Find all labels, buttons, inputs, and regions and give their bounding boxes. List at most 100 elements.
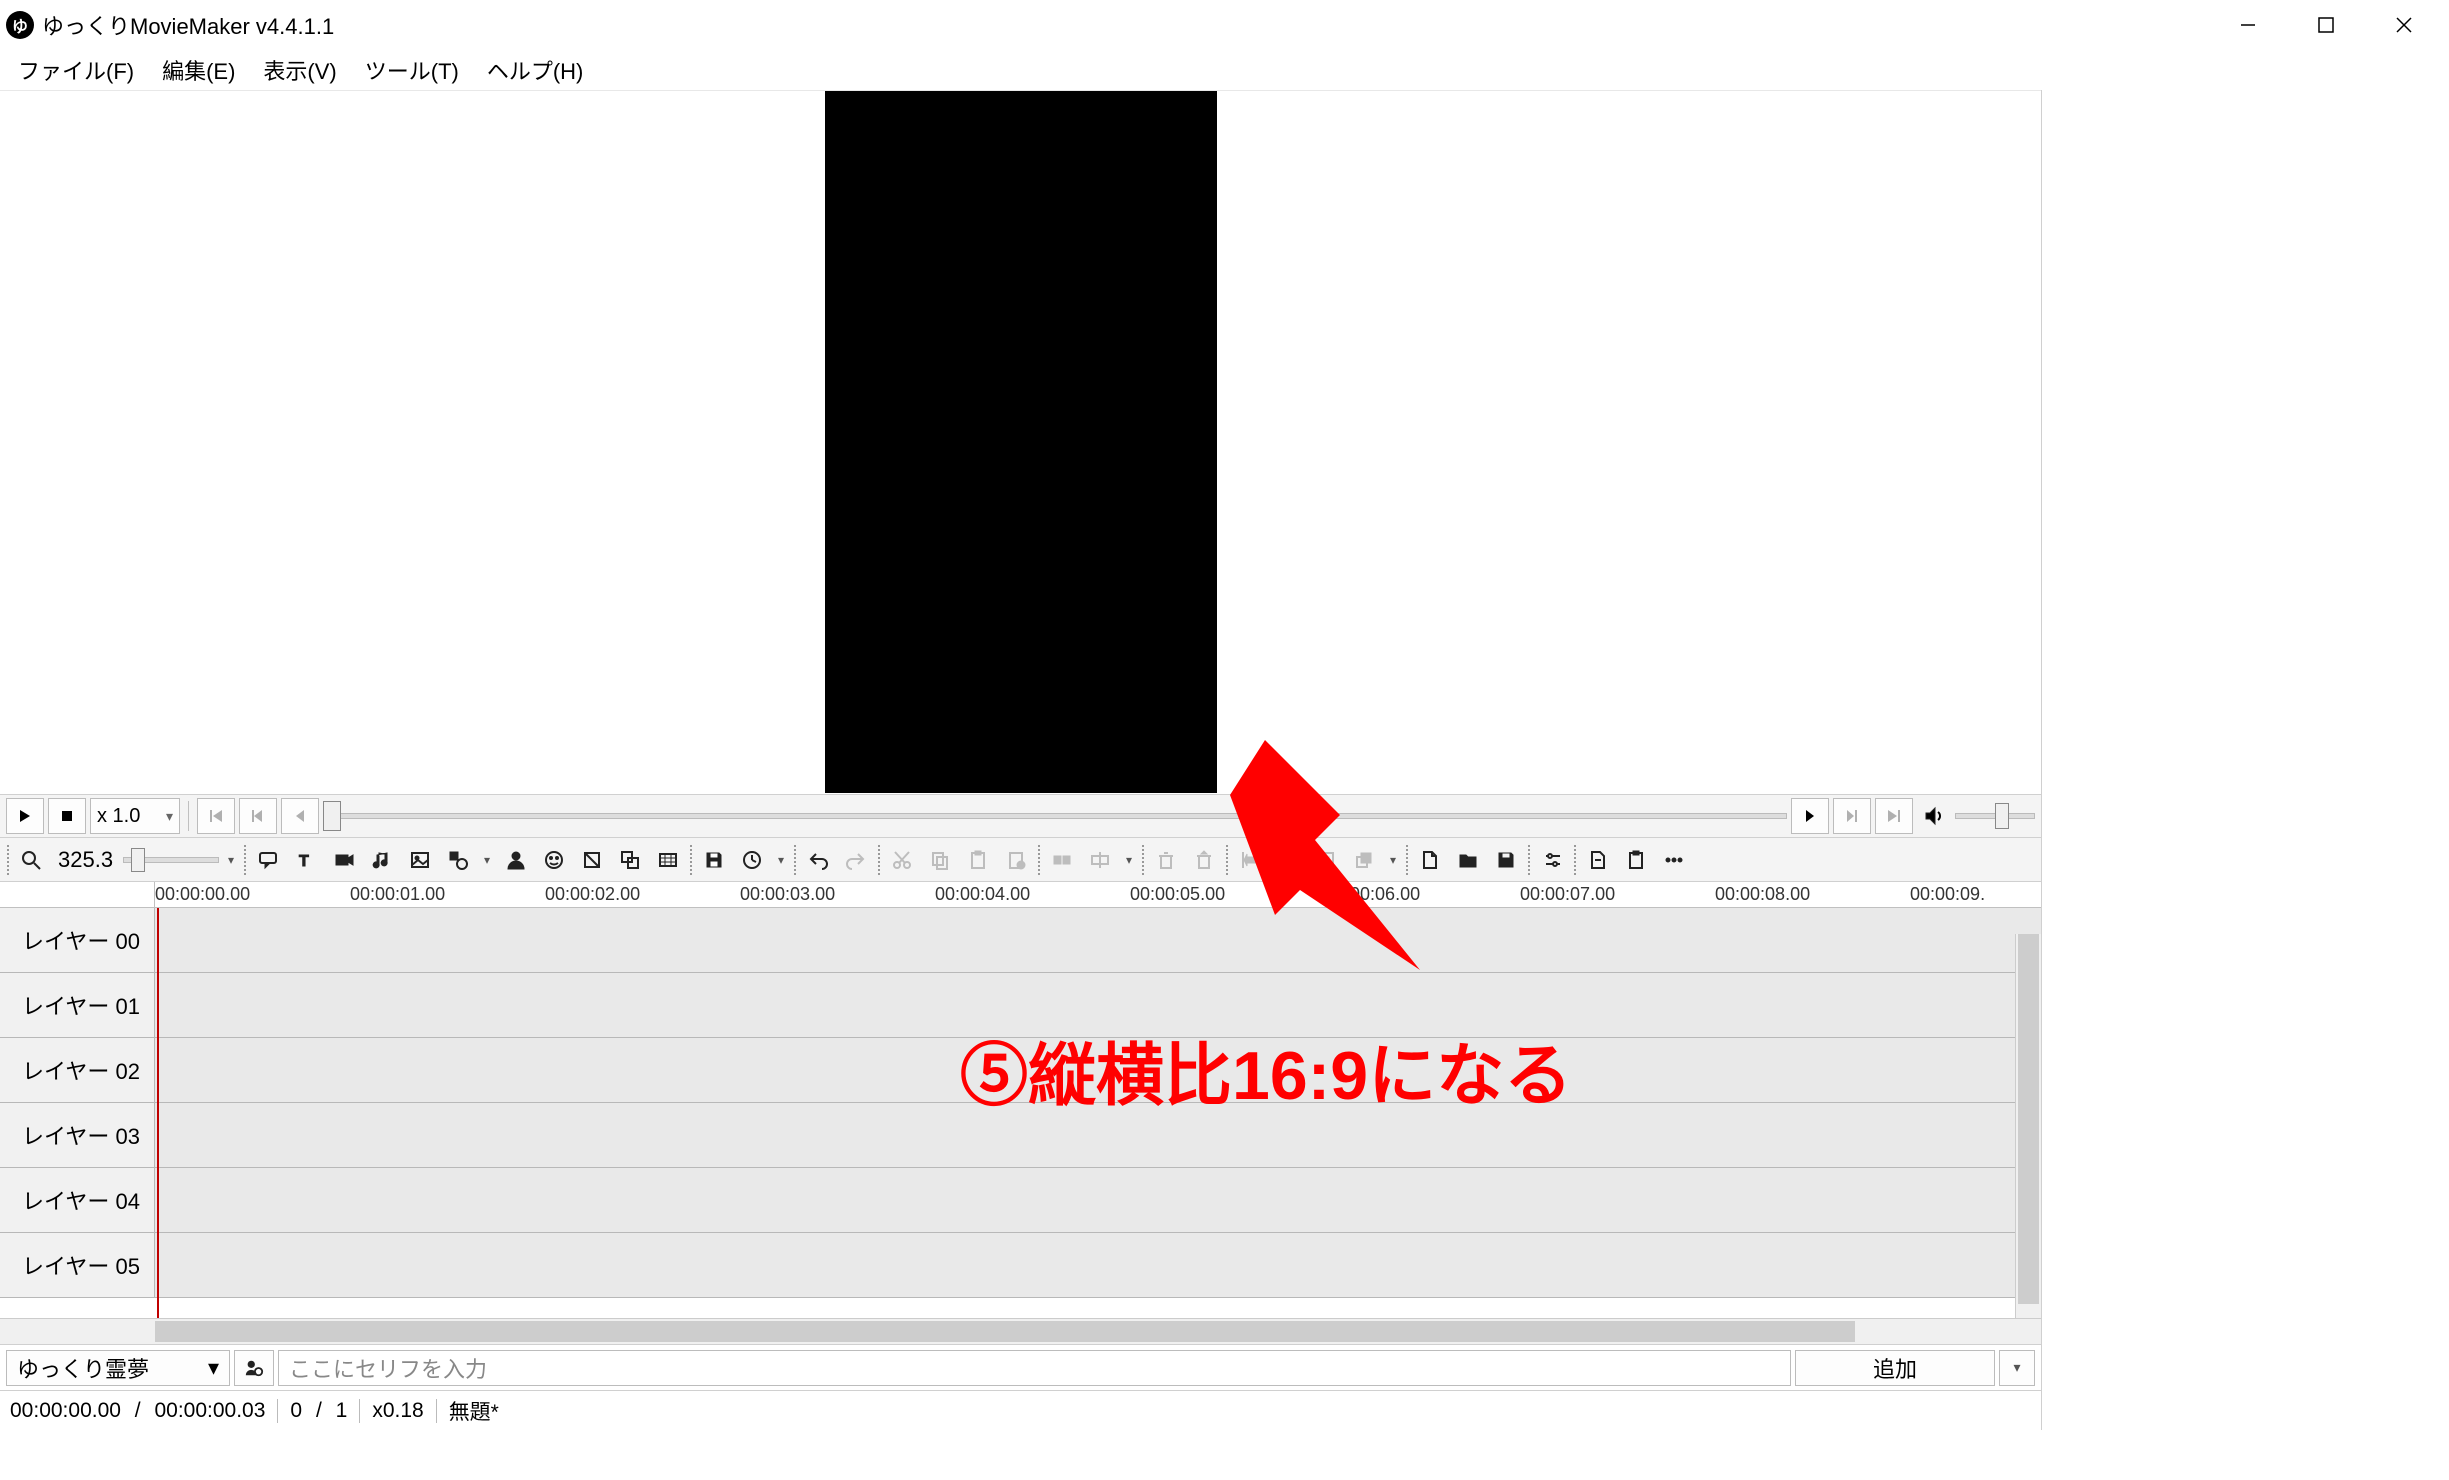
split-remove-icon[interactable] [1083, 843, 1117, 877]
add-group-icon[interactable] [613, 843, 647, 877]
close-button[interactable] [2365, 0, 2443, 50]
settings-icon[interactable] [1535, 843, 1569, 877]
menu-help[interactable]: ヘルプ(H) [473, 50, 598, 90]
menu-file[interactable]: ファイル(F) [4, 50, 148, 90]
save-project-icon[interactable] [1489, 843, 1523, 877]
bring-forward-icon[interactable] [1309, 843, 1343, 877]
layer-row[interactable]: レイヤー 05 [0, 1233, 2041, 1298]
add-speech-icon[interactable] [251, 843, 285, 877]
align-left-icon[interactable] [1233, 843, 1267, 877]
layer-name[interactable]: レイヤー 00 [0, 908, 155, 972]
add-audio-icon[interactable] [365, 843, 399, 877]
ruler-tick: 00:00:08.00 [1715, 884, 1810, 905]
layer-name[interactable]: レイヤー 05 [0, 1233, 155, 1297]
more-icon[interactable] [1657, 843, 1691, 877]
template-copy-icon[interactable] [1581, 843, 1615, 877]
add-frame-icon[interactable] [651, 843, 685, 877]
status-current-time: 00:00:00.00 [10, 1399, 121, 1423]
menu-edit[interactable]: 編集(E) [148, 50, 249, 90]
step-forward-button[interactable] [1833, 798, 1871, 834]
zoom-dropdown[interactable]: ▾ [223, 843, 239, 877]
layer-row[interactable]: レイヤー 03 [0, 1103, 2041, 1168]
timeline-layers[interactable]: レイヤー 00レイヤー 01レイヤー 02レイヤー 03レイヤー 04レイヤー … [0, 908, 2041, 1318]
minimize-button[interactable] [2209, 0, 2287, 50]
add-shape-icon[interactable] [441, 843, 475, 877]
add-text-icon[interactable]: T [289, 843, 323, 877]
volume-icon[interactable] [1917, 799, 1951, 833]
split-dropdown[interactable]: ▾ [1121, 843, 1137, 877]
character-select-value: ゆっくり霊夢 [17, 1352, 149, 1384]
seek-slider[interactable] [323, 798, 1787, 834]
layer-track[interactable] [155, 1233, 2041, 1297]
timeline: 00:00:00.0000:00:01.0000:00:02.0000:00:0… [0, 882, 2041, 1344]
layer-track[interactable] [155, 973, 2041, 1037]
split-icon[interactable] [1045, 843, 1079, 877]
add-image-icon[interactable] [403, 843, 437, 877]
add-serif-button[interactable]: 追加 [1795, 1350, 1995, 1386]
ruler-tick: 00:00:09. [1910, 884, 1985, 905]
add-face-icon[interactable] [537, 843, 571, 877]
template-paste-icon[interactable] [1619, 843, 1653, 877]
paste-icon[interactable] [961, 843, 995, 877]
layer-row[interactable]: レイヤー 02 [0, 1038, 2041, 1103]
add-serif-dropdown[interactable]: ▾ [1999, 1350, 2035, 1386]
new-file-icon[interactable] [1413, 843, 1447, 877]
zoom-icon[interactable] [14, 843, 48, 877]
layer-name[interactable]: レイヤー 04 [0, 1168, 155, 1232]
save-icon[interactable] [697, 843, 731, 877]
maximize-button[interactable] [2287, 0, 2365, 50]
layer-track[interactable] [155, 1168, 2041, 1232]
open-folder-icon[interactable] [1451, 843, 1485, 877]
layer-track[interactable] [155, 908, 2041, 972]
timeline-horizontal-scrollbar[interactable] [0, 1318, 2041, 1344]
wait-icon[interactable] [735, 843, 769, 877]
skip-end-button[interactable] [1875, 798, 1913, 834]
add-video-icon[interactable] [327, 843, 361, 877]
cut-icon[interactable] [885, 843, 919, 877]
frame-back-button[interactable] [281, 798, 319, 834]
add-character-icon[interactable] [499, 843, 533, 877]
redo-icon[interactable] [839, 843, 873, 877]
timeline-vertical-scrollbar[interactable] [2015, 934, 2041, 1318]
align-right-icon[interactable] [1271, 843, 1305, 877]
volume-slider[interactable] [1955, 798, 2035, 834]
layer-track[interactable] [155, 1103, 2041, 1167]
skip-start-button[interactable] [197, 798, 235, 834]
frame-forward-button[interactable] [1791, 798, 1829, 834]
layer-name[interactable]: レイヤー 02 [0, 1038, 155, 1102]
paste-special-icon[interactable] [999, 843, 1033, 877]
playhead[interactable] [157, 908, 159, 1318]
layer-row[interactable]: レイヤー 00 [0, 908, 2041, 973]
svg-text:T: T [299, 853, 309, 870]
status-frame-current: 0 [290, 1399, 302, 1423]
ruler-tick: 00:00:07.00 [1520, 884, 1615, 905]
layer-track[interactable] [155, 1038, 2041, 1102]
layer-row[interactable]: レイヤー 01 [0, 973, 2041, 1038]
timeline-ruler[interactable]: 00:00:00.0000:00:01.0000:00:02.0000:00:0… [0, 882, 2041, 908]
delete-gap-icon[interactable] [1187, 843, 1221, 877]
zoom-slider[interactable] [123, 843, 219, 877]
wait-dropdown[interactable]: ▾ [773, 843, 789, 877]
layer-name[interactable]: レイヤー 01 [0, 973, 155, 1037]
character-settings-button[interactable] [234, 1350, 274, 1386]
layer-row[interactable]: レイヤー 04 [0, 1168, 2041, 1233]
stop-button[interactable] [48, 798, 86, 834]
undo-icon[interactable] [801, 843, 835, 877]
ruler-tick: 00:00:06.00 [1325, 884, 1420, 905]
send-backward-icon[interactable] [1347, 843, 1381, 877]
menu-view[interactable]: 表示(V) [249, 50, 350, 90]
ruler-tick: 00:00:01.00 [350, 884, 445, 905]
menu-tools[interactable]: ツール(T) [351, 50, 473, 90]
order-dropdown[interactable]: ▾ [1385, 843, 1401, 877]
playback-speed-select[interactable]: x 1.0 ▾ [90, 798, 180, 834]
character-select[interactable]: ゆっくり霊夢 ▾ [6, 1350, 230, 1386]
serif-input[interactable]: ここにセリフを入力 [278, 1350, 1791, 1386]
play-button[interactable] [6, 798, 44, 834]
shape-dropdown[interactable]: ▾ [479, 843, 495, 877]
delete-icon[interactable] [1149, 843, 1183, 877]
step-back-button[interactable] [239, 798, 277, 834]
copy-icon[interactable] [923, 843, 957, 877]
layer-name[interactable]: レイヤー 03 [0, 1103, 155, 1167]
add-effect-icon[interactable] [575, 843, 609, 877]
status-bar: 00:00:00.00 / 00:00:00.03 0 / 1 x0.18 無題… [0, 1390, 2041, 1430]
